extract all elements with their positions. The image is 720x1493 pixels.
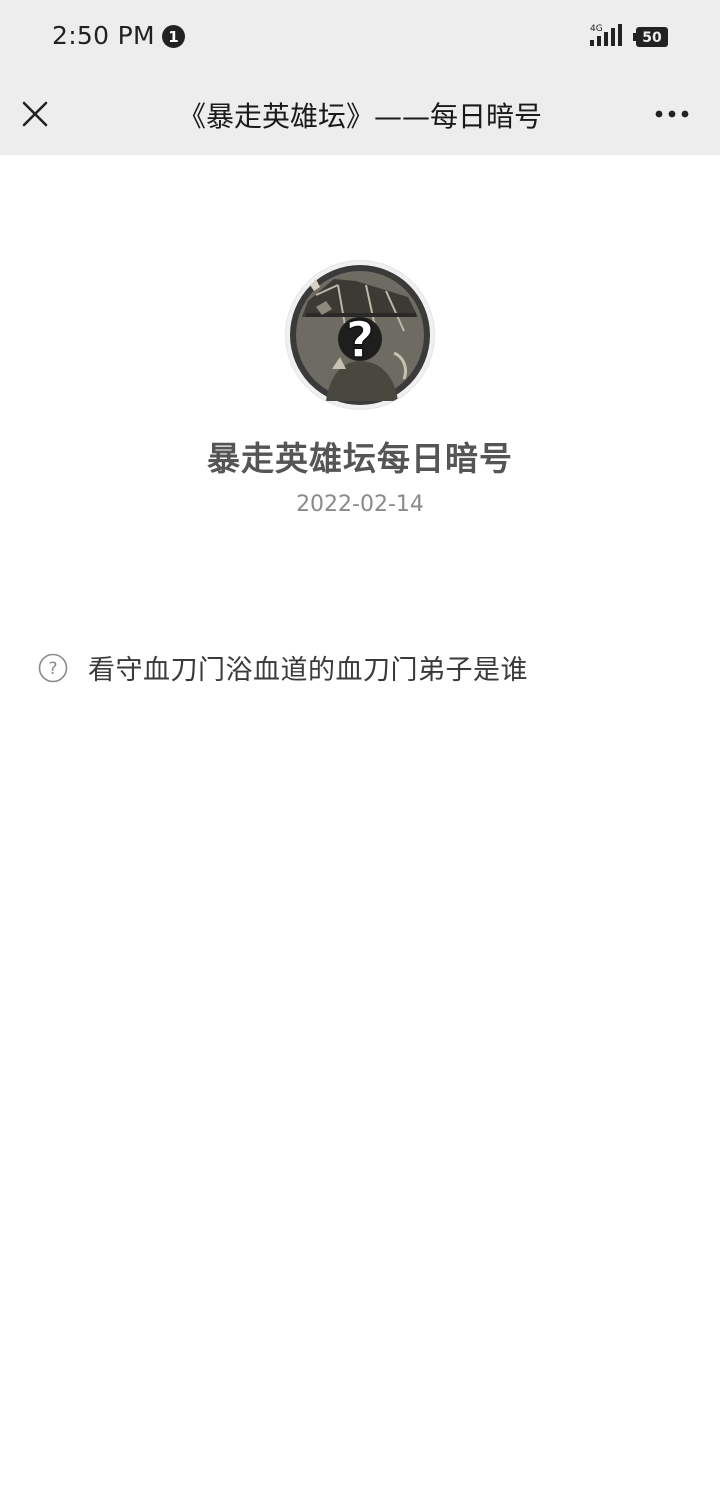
status-time: 2:50 PM <box>52 21 155 50</box>
account-name[interactable]: 暴走英雄坛每日暗号 <box>0 432 720 480</box>
battery-icon: 50 <box>633 27 668 47</box>
page-title: 《暴走英雄坛》——每日暗号 <box>177 100 542 133</box>
nav-bar: 《暴走英雄坛》——每日暗号 <box>0 75 720 155</box>
question-mark-cartoon-avatar: ? <box>290 265 430 405</box>
svg-text:?: ? <box>345 311 374 369</box>
close-button[interactable] <box>14 93 56 135</box>
notification-badge: 1 <box>162 25 185 48</box>
question-text: 看守血刀门浴血道的血刀门弟子是谁 <box>88 655 528 686</box>
question-circle-icon: ? <box>38 653 68 683</box>
close-icon <box>22 101 48 127</box>
account-avatar[interactable]: ? <box>286 261 434 409</box>
more-button[interactable] <box>648 93 696 135</box>
svg-text:?: ? <box>48 659 57 679</box>
post-date: 2022-02-14 <box>296 492 424 517</box>
question-item: ? 看守血刀门浴血道的血刀门弟子是谁 <box>38 648 528 687</box>
battery-level: 50 <box>642 30 662 46</box>
signal-icon: 4G <box>590 24 622 46</box>
status-bar: 2:50 PM 1 4G 50 <box>0 0 720 75</box>
network-type-label: 4G <box>590 24 603 34</box>
more-icon <box>655 110 689 118</box>
